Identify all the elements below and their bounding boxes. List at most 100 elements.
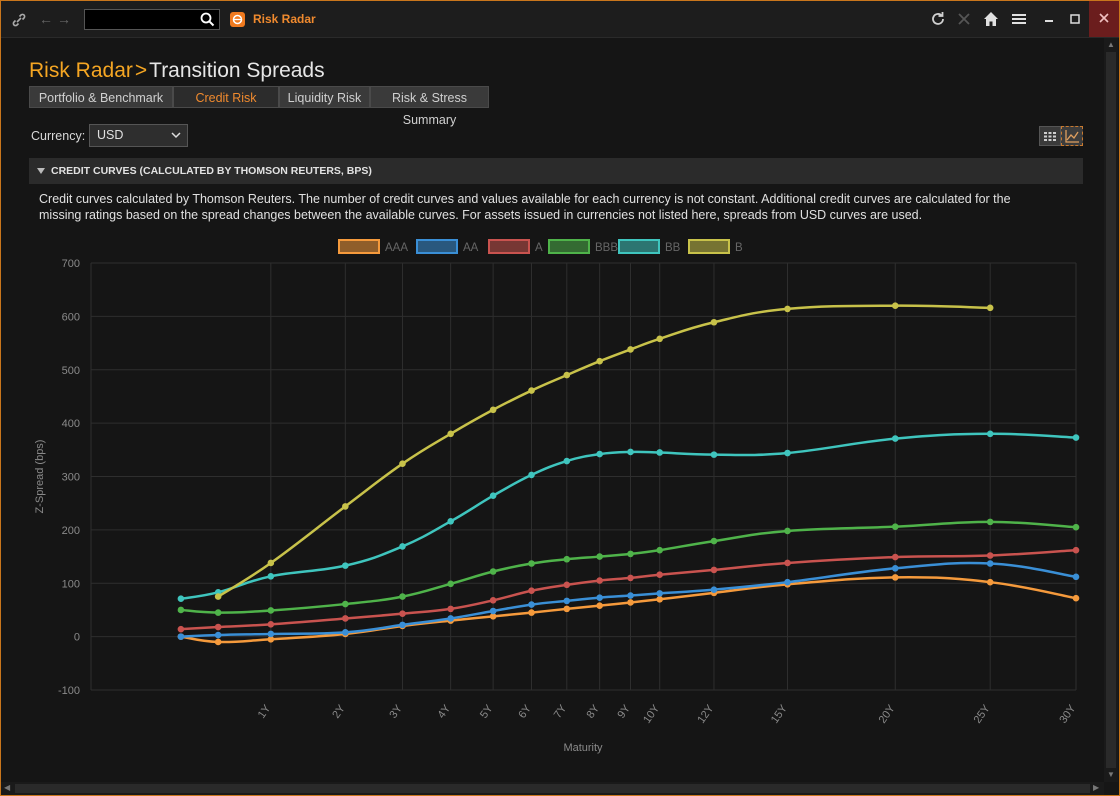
data-point-b	[342, 503, 349, 510]
x-tick-label: 25Y	[972, 702, 993, 725]
legend-label-bb[interactable]: BB	[665, 242, 681, 254]
data-point-aa	[784, 578, 791, 586]
x-tick-label: 9Y	[615, 702, 633, 720]
y-tick-label: 600	[62, 311, 80, 323]
data-point-aa	[267, 630, 275, 638]
data-point-bb	[177, 595, 185, 603]
data-point-bbb	[627, 550, 634, 558]
data-point-aa	[399, 621, 406, 629]
data-point-b	[596, 357, 603, 365]
data-point-bb	[656, 449, 663, 456]
data-point-aa	[1072, 573, 1080, 581]
data-point-bbb	[891, 523, 899, 530]
data-point-a	[710, 566, 718, 574]
data-point-bb	[627, 448, 634, 456]
x-tick-label: 8Y	[585, 702, 603, 720]
data-point-b	[563, 371, 571, 379]
data-point-b	[710, 318, 718, 326]
legend-swatch-bb[interactable]	[618, 239, 660, 254]
x-tick-label: 5Y	[478, 702, 496, 720]
vertical-scrollbar[interactable]: ▲ ▼	[1104, 38, 1118, 782]
horizontal-scrollbar[interactable]: ◀ ▶	[1, 782, 1104, 795]
data-point-aa	[214, 631, 222, 639]
data-point-aa	[710, 586, 718, 593]
data-point-bb	[267, 573, 275, 580]
x-axis-label: Maturity	[563, 742, 603, 754]
legend-swatch-b[interactable]	[688, 239, 730, 254]
data-point-aa	[986, 560, 994, 567]
app-window: ← → Risk Radar Risk Radar>Transition Spr…	[0, 0, 1120, 796]
data-point-a	[489, 597, 497, 604]
vertical-scroll-thumb[interactable]	[1106, 52, 1116, 768]
data-point-bb	[986, 430, 994, 438]
data-point-aa	[596, 594, 603, 601]
x-tick-label: 7Y	[552, 702, 570, 720]
scroll-right-icon[interactable]: ▶	[1093, 783, 1099, 792]
data-point-aa	[342, 629, 349, 636]
data-point-aaa	[563, 605, 571, 613]
y-tick-label: 200	[62, 525, 80, 537]
legend-swatch-bbb[interactable]	[548, 239, 590, 254]
data-point-bb	[563, 457, 571, 465]
data-point-bbb	[986, 518, 994, 526]
data-point-bbb	[267, 607, 275, 614]
x-tick-label: 30Y	[1057, 702, 1078, 725]
y-tick-label: 100	[62, 578, 80, 590]
legend-swatch-aa[interactable]	[416, 239, 458, 254]
data-point-bbb	[656, 546, 663, 554]
data-point-bbb	[596, 553, 603, 560]
data-point-b	[447, 430, 454, 438]
legend-label-aa[interactable]: AA	[463, 242, 479, 254]
data-point-bbb	[563, 555, 571, 563]
data-point-aa	[489, 607, 497, 615]
data-point-a	[214, 623, 222, 631]
horizontal-scroll-thumb[interactable]	[15, 784, 1090, 793]
data-point-aa	[177, 633, 185, 640]
x-tick-label: 6Y	[516, 702, 534, 720]
data-point-b	[627, 346, 634, 353]
data-point-a	[177, 625, 185, 633]
y-tick-label: 500	[62, 365, 80, 377]
data-point-bb	[1072, 434, 1080, 441]
scroll-left-icon[interactable]: ◀	[4, 783, 10, 792]
data-point-aaa	[596, 602, 603, 609]
data-point-b	[267, 559, 275, 567]
data-point-bbb	[1072, 523, 1080, 531]
y-tick-label: 400	[62, 418, 80, 430]
data-point-a	[1072, 546, 1080, 554]
data-point-bbb	[399, 593, 406, 600]
credit-curves-chart: -100 0 100 200 300 400 500 600 700 1Y 2Y 3Y 4Y 5Y 6Y 7Y…	[34, 239, 1080, 754]
data-point-a	[342, 615, 349, 622]
data-point-a	[891, 553, 899, 561]
x-tick-label: 2Y	[330, 702, 348, 720]
data-point-aa	[563, 597, 571, 605]
scroll-up-icon[interactable]: ▲	[1107, 40, 1115, 49]
data-point-bb	[596, 450, 603, 458]
x-tick-label: 20Y	[877, 702, 898, 725]
scroll-down-icon[interactable]: ▼	[1107, 770, 1115, 779]
legend-label-aaa[interactable]: AAA	[385, 242, 408, 254]
data-point-aaa	[656, 595, 663, 603]
legend-swatch-a[interactable]	[488, 239, 530, 254]
data-point-bb	[399, 543, 406, 550]
data-point-a	[627, 574, 634, 582]
data-point-b	[784, 305, 791, 313]
data-point-aa	[447, 615, 454, 622]
legend-label-b[interactable]: B	[735, 242, 743, 254]
data-point-b	[891, 302, 899, 310]
series-line-bb	[180, 432, 1077, 600]
data-point-a	[528, 587, 535, 595]
data-point-aa	[528, 601, 535, 608]
legend-swatch-aaa[interactable]	[338, 239, 380, 254]
series-line-bbb	[180, 520, 1077, 614]
data-point-a	[656, 571, 663, 579]
legend-label-bbb[interactable]: BBB	[595, 242, 618, 254]
data-point-aaa	[1072, 594, 1080, 602]
data-point-bbb	[489, 568, 497, 575]
data-point-bb	[447, 518, 454, 525]
data-point-aaa	[528, 609, 535, 616]
data-point-bbb	[710, 537, 718, 545]
data-point-a	[399, 610, 406, 617]
legend-label-a[interactable]: A	[535, 242, 543, 254]
series-line-a	[180, 548, 1077, 631]
